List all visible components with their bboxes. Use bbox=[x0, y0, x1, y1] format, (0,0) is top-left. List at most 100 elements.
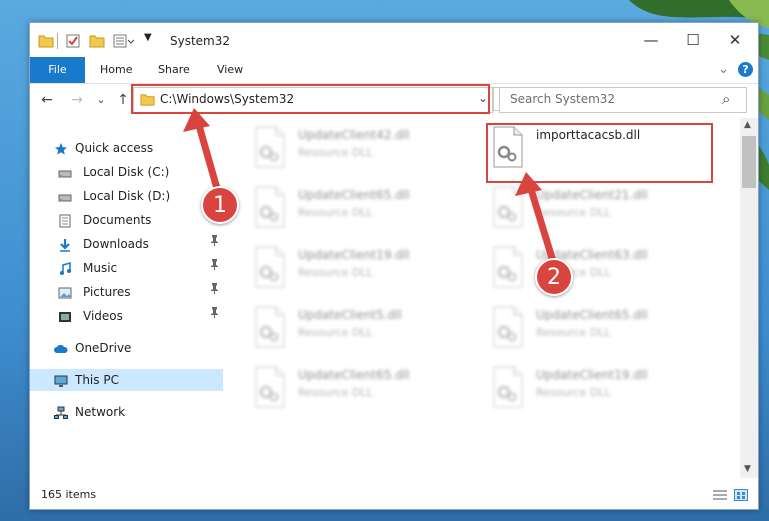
file-name: UpdateClient19.dll bbox=[298, 248, 410, 262]
drive-icon bbox=[58, 165, 72, 179]
search-input[interactable]: Search System32 ⌕ bbox=[499, 87, 747, 113]
pictures-icon bbox=[58, 285, 72, 299]
music-icon bbox=[58, 261, 72, 275]
sidebar-item-quick-access[interactable]: Quick access bbox=[30, 137, 223, 159]
file-item[interactable]: UpdateClient65.dll Resource DLL bbox=[250, 364, 480, 420]
up-button[interactable]: ↑ bbox=[114, 90, 132, 110]
dll-file-icon bbox=[254, 246, 286, 288]
file-type: Resource DLL bbox=[298, 386, 373, 399]
file-item[interactable]: UpdateClient63.dll Resource DLL bbox=[488, 244, 718, 300]
close-button[interactable]: ✕ bbox=[714, 29, 756, 51]
videos-icon bbox=[58, 309, 72, 323]
address-bar-highlight bbox=[131, 84, 490, 114]
sidebar-item-music[interactable]: Music bbox=[30, 257, 223, 279]
dll-file-icon bbox=[492, 366, 524, 408]
vertical-scrollbar[interactable]: ▲ ▼ bbox=[740, 118, 758, 478]
sidebar-item-label: Quick access bbox=[75, 141, 154, 155]
step-1-badge: 1 bbox=[201, 186, 239, 224]
minimize-button[interactable]: — bbox=[630, 29, 672, 51]
details-view-icon[interactable] bbox=[712, 489, 728, 501]
file-type: Resource DLL bbox=[298, 206, 373, 219]
toolbar-divider bbox=[57, 33, 58, 49]
scrollbar-thumb[interactable] bbox=[742, 136, 756, 188]
title-bar: ▼ System32 — ☐ ✕ bbox=[30, 23, 758, 57]
sidebar-item-videos[interactable]: Videos bbox=[30, 305, 223, 327]
help-icon[interactable]: ? bbox=[738, 62, 753, 77]
dll-file-icon bbox=[492, 306, 524, 348]
forward-button[interactable]: → bbox=[68, 90, 86, 110]
new-folder-icon[interactable] bbox=[89, 33, 105, 49]
large-icons-view-icon[interactable] bbox=[734, 489, 748, 501]
sidebar-item-label: This PC bbox=[75, 373, 119, 387]
file-item[interactable]: UpdateClient65.dll Resource DLL bbox=[250, 184, 480, 240]
sidebar-item-downloads[interactable]: Downloads bbox=[30, 233, 223, 255]
drive-icon bbox=[58, 189, 72, 203]
file-highlight bbox=[486, 123, 713, 183]
file-type: Resource DLL bbox=[298, 326, 373, 339]
dll-file-icon bbox=[254, 306, 286, 348]
dll-file-icon bbox=[254, 366, 286, 408]
dll-file-icon bbox=[254, 186, 286, 228]
folder-icon[interactable] bbox=[38, 33, 54, 49]
file-name: UpdateClient21.dll bbox=[536, 188, 648, 202]
scroll-down-icon[interactable]: ▼ bbox=[744, 464, 751, 474]
scroll-up-icon[interactable]: ▲ bbox=[744, 120, 751, 130]
dll-file-icon bbox=[492, 186, 524, 228]
properties-icon[interactable] bbox=[65, 33, 81, 49]
tab-home[interactable]: Home bbox=[100, 57, 132, 83]
tab-view[interactable]: View bbox=[217, 57, 243, 83]
file-name: UpdateClient65.dll bbox=[298, 188, 410, 202]
step-2-badge: 2 bbox=[535, 258, 573, 296]
recent-locations-button[interactable]: ⌄ bbox=[92, 90, 110, 110]
pin-icon bbox=[210, 257, 219, 279]
file-type: Resource DLL bbox=[536, 206, 611, 219]
back-button[interactable]: ← bbox=[38, 90, 56, 110]
dll-file-icon bbox=[492, 246, 524, 288]
documents-icon bbox=[58, 213, 72, 228]
file-type: Resource DLL bbox=[298, 266, 373, 279]
tab-share[interactable]: Share bbox=[158, 57, 190, 83]
search-placeholder: Search System32 bbox=[510, 92, 616, 106]
file-name: UpdateClient42.dll bbox=[298, 128, 410, 142]
sidebar-item-label: Local Disk (D:) bbox=[83, 189, 171, 203]
tab-file[interactable]: File bbox=[30, 57, 85, 83]
file-type: Resource DLL bbox=[536, 386, 611, 399]
sidebar-item-label: Local Disk (C:) bbox=[83, 165, 170, 179]
window-title: System32 bbox=[170, 34, 231, 48]
file-item[interactable]: UpdateClient19.dll Resource DLL bbox=[250, 244, 480, 300]
maximize-button[interactable]: ☐ bbox=[672, 29, 714, 51]
file-item[interactable]: UpdateClient42.dll Resource DLL bbox=[250, 124, 480, 180]
sidebar-item-label: Documents bbox=[83, 213, 152, 227]
item-count: 165 items bbox=[41, 488, 97, 501]
sidebar-item-label: Downloads bbox=[83, 237, 149, 251]
file-name: UpdateClient19.dll bbox=[536, 368, 648, 382]
file-name: UpdateClient65.dll bbox=[536, 308, 648, 322]
sidebar-item-local-disk-d[interactable]: Local Disk (D:) bbox=[30, 185, 223, 207]
file-item[interactable]: UpdateClient65.dll Resource DLL bbox=[488, 304, 718, 360]
search-icon: ⌕ bbox=[722, 90, 731, 108]
sidebar-item-pictures[interactable]: Pictures bbox=[30, 281, 223, 303]
status-bar: 165 items bbox=[30, 483, 758, 509]
pin-icon bbox=[210, 281, 219, 303]
file-name: UpdateClient5.dll bbox=[298, 308, 402, 322]
sidebar-item-documents[interactable]: Documents bbox=[30, 209, 223, 231]
sidebar-item-label: Music bbox=[83, 261, 118, 275]
sidebar-item-label: Pictures bbox=[83, 285, 131, 299]
file-item[interactable]: UpdateClient5.dll Resource DLL bbox=[250, 304, 480, 360]
network-icon bbox=[54, 405, 68, 419]
quick-access-dropdown-icon[interactable]: ▼ bbox=[144, 32, 152, 48]
sidebar-item-local-disk-c[interactable]: Local Disk (C:) bbox=[30, 161, 223, 183]
file-type: Resource DLL bbox=[536, 326, 611, 339]
file-type: Resource DLL bbox=[298, 146, 373, 159]
pin-icon bbox=[210, 305, 219, 327]
dll-file-icon bbox=[254, 126, 286, 168]
customize-toolbar-icon[interactable] bbox=[113, 33, 135, 49]
expand-ribbon-icon[interactable]: ⌄ bbox=[718, 57, 729, 83]
sidebar-item-label: OneDrive bbox=[75, 341, 132, 355]
ribbon-tabs: File Home Share View ⌄ ? bbox=[30, 57, 758, 84]
sidebar-item-onedrive[interactable]: OneDrive bbox=[30, 337, 223, 359]
sidebar-item-network[interactable]: Network bbox=[30, 401, 223, 423]
file-item[interactable]: UpdateClient19.dll Resource DLL bbox=[488, 364, 718, 420]
sidebar-item-this-pc[interactable]: This PC bbox=[30, 369, 223, 391]
file-item[interactable]: UpdateClient21.dll Resource DLL bbox=[488, 184, 718, 240]
